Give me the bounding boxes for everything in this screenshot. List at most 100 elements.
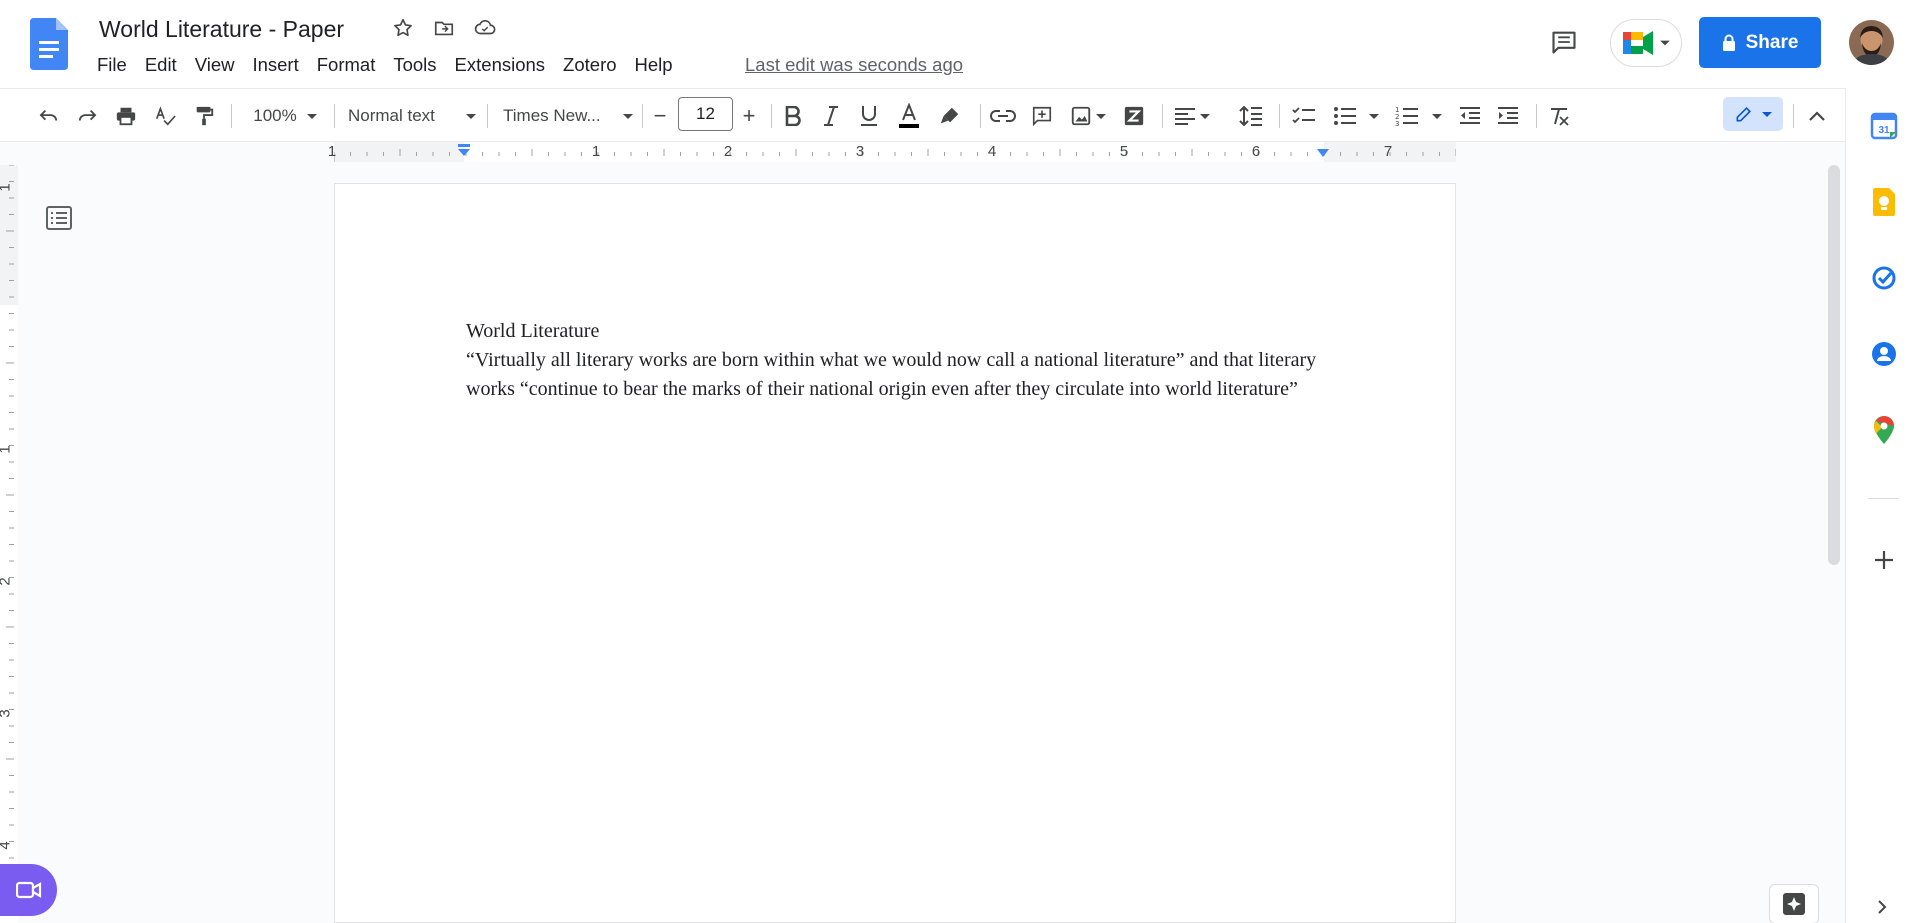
undo-icon[interactable] (34, 101, 64, 131)
document-paragraph: “Virtually all literary works are born w… (466, 349, 1317, 400)
font-size-input[interactable]: 12 (678, 97, 733, 131)
zoom-dropdown[interactable]: 100% (246, 101, 324, 131)
document-outline-icon[interactable] (45, 204, 73, 232)
ruler-label: 6 (1251, 143, 1261, 160)
font-family-value: Times New... (503, 106, 601, 125)
print-icon[interactable] (111, 101, 141, 131)
share-label: Share (1745, 31, 1799, 53)
meet-button[interactable] (1610, 19, 1682, 67)
italic-icon[interactable] (816, 101, 846, 131)
ruler-label: 3 (0, 709, 14, 717)
cloud-saved-icon[interactable] (471, 14, 499, 42)
menu-help[interactable]: Help (626, 52, 682, 78)
chevron-right-icon[interactable] (1870, 895, 1894, 919)
menu-extensions[interactable]: Extensions (446, 52, 555, 78)
redo-icon[interactable] (72, 101, 102, 131)
google-calendar-icon[interactable]: 31 (1868, 110, 1900, 142)
right-indent-marker[interactable] (1315, 148, 1331, 160)
horizontal-ruler[interactable]: 1 1 2 3 4 5 6 7 (0, 142, 1845, 162)
ruler-label: 1 (0, 183, 14, 191)
video-camera-icon (15, 881, 41, 899)
chevron-down-icon[interactable] (1094, 101, 1108, 131)
header-bar: World Literature - Paper File Edit View … (0, 0, 1920, 88)
highlight-color-icon[interactable] (935, 101, 965, 131)
pencil-icon (1736, 106, 1752, 122)
menu-file[interactable]: File (88, 52, 136, 78)
vertical-scrollbar[interactable] (1828, 165, 1840, 565)
menu-bar: File Edit View Insert Format Tools Exten… (88, 52, 682, 78)
insert-link-icon[interactable] (988, 101, 1018, 131)
ruler-label: 1 (0, 445, 14, 453)
document-title[interactable]: World Literature - Paper (99, 14, 344, 44)
google-meet-icon (1623, 31, 1653, 55)
chevron-down-icon[interactable] (1367, 101, 1381, 131)
zotero-citation-icon[interactable] (1119, 101, 1149, 131)
chevron-down-icon (466, 114, 476, 119)
numbered-list-icon[interactable]: 123 (1392, 101, 1422, 131)
decrease-indent-icon[interactable] (1455, 101, 1485, 131)
ruler-label: 3 (855, 143, 865, 160)
editing-mode-button[interactable] (1723, 97, 1783, 131)
ruler-label: 4 (987, 143, 997, 160)
menu-insert[interactable]: Insert (243, 52, 307, 78)
ruler-label: 5 (1119, 143, 1129, 160)
bulleted-list-icon[interactable] (1330, 101, 1360, 131)
add-comment-icon[interactable] (1027, 101, 1057, 131)
line-spacing-icon[interactable] (1236, 101, 1266, 131)
increase-indent-icon[interactable] (1493, 101, 1523, 131)
align-left-icon (1175, 108, 1195, 125)
underline-icon[interactable] (854, 101, 884, 131)
ruler-label: 1 (591, 143, 601, 160)
paragraph-style-value: Normal text (348, 106, 435, 125)
menu-tools[interactable]: Tools (384, 52, 445, 78)
clear-formatting-icon[interactable] (1544, 101, 1574, 131)
menu-edit[interactable]: Edit (136, 52, 186, 78)
lock-icon (1722, 34, 1735, 51)
decrease-font-size-button[interactable]: − (645, 101, 675, 131)
paint-format-icon[interactable] (189, 101, 219, 131)
align-dropdown[interactable] (1170, 101, 1214, 131)
left-indent-marker[interactable] (456, 144, 472, 160)
google-contacts-icon[interactable] (1868, 338, 1900, 370)
google-tasks-icon[interactable] (1868, 262, 1900, 294)
move-folder-icon[interactable] (430, 14, 458, 42)
user-avatar[interactable] (1849, 20, 1894, 65)
ruler-label: 2 (0, 577, 14, 585)
side-panel: 31 (1845, 88, 1920, 923)
menu-format[interactable]: Format (308, 52, 385, 78)
document-heading: World Literature (466, 320, 600, 342)
explore-button[interactable] (1769, 884, 1819, 923)
text-color-icon[interactable] (894, 101, 924, 131)
menu-zotero[interactable]: Zotero (554, 52, 625, 78)
ruler-label: 4 (0, 841, 14, 849)
spellcheck-icon[interactable] (150, 101, 180, 131)
document-page[interactable]: World Literature “Virtually all literary… (334, 183, 1456, 923)
document-body[interactable]: World Literature “Virtually all literary… (466, 317, 1336, 404)
font-family-dropdown[interactable]: Times New... (503, 101, 633, 131)
share-button[interactable]: Share (1699, 17, 1821, 68)
comment-history-icon[interactable] (1544, 24, 1584, 60)
add-addon-icon[interactable] (1868, 544, 1900, 576)
google-docs-icon[interactable] (30, 18, 68, 70)
google-docs-window: World Literature - Paper File Edit View … (0, 0, 1920, 923)
vertical-ruler[interactable]: 1 1 2 3 4 (0, 165, 18, 923)
chevron-down-icon (1660, 40, 1670, 46)
last-edit-link[interactable]: Last edit was seconds ago (745, 54, 963, 76)
chevron-down-icon[interactable] (1430, 101, 1444, 131)
checklist-icon[interactable] (1289, 101, 1319, 131)
star-icon[interactable] (389, 14, 417, 42)
zoom-value: 100% (253, 106, 297, 125)
collapse-menus-icon[interactable] (1802, 101, 1832, 131)
chevron-down-icon (1762, 112, 1772, 117)
ruler-label: 1 (327, 143, 337, 160)
google-maps-icon[interactable] (1868, 414, 1900, 446)
ruler-label: 7 (1383, 143, 1393, 160)
google-keep-icon[interactable] (1868, 186, 1900, 218)
paragraph-style-dropdown[interactable]: Normal text (348, 101, 476, 131)
increase-font-size-button[interactable]: + (734, 101, 764, 131)
insert-image-icon[interactable] (1066, 101, 1096, 131)
bold-icon[interactable] (778, 101, 808, 131)
menu-view[interactable]: View (186, 52, 244, 78)
meet-call-button[interactable] (0, 864, 57, 916)
svg-text:3: 3 (1395, 120, 1399, 126)
